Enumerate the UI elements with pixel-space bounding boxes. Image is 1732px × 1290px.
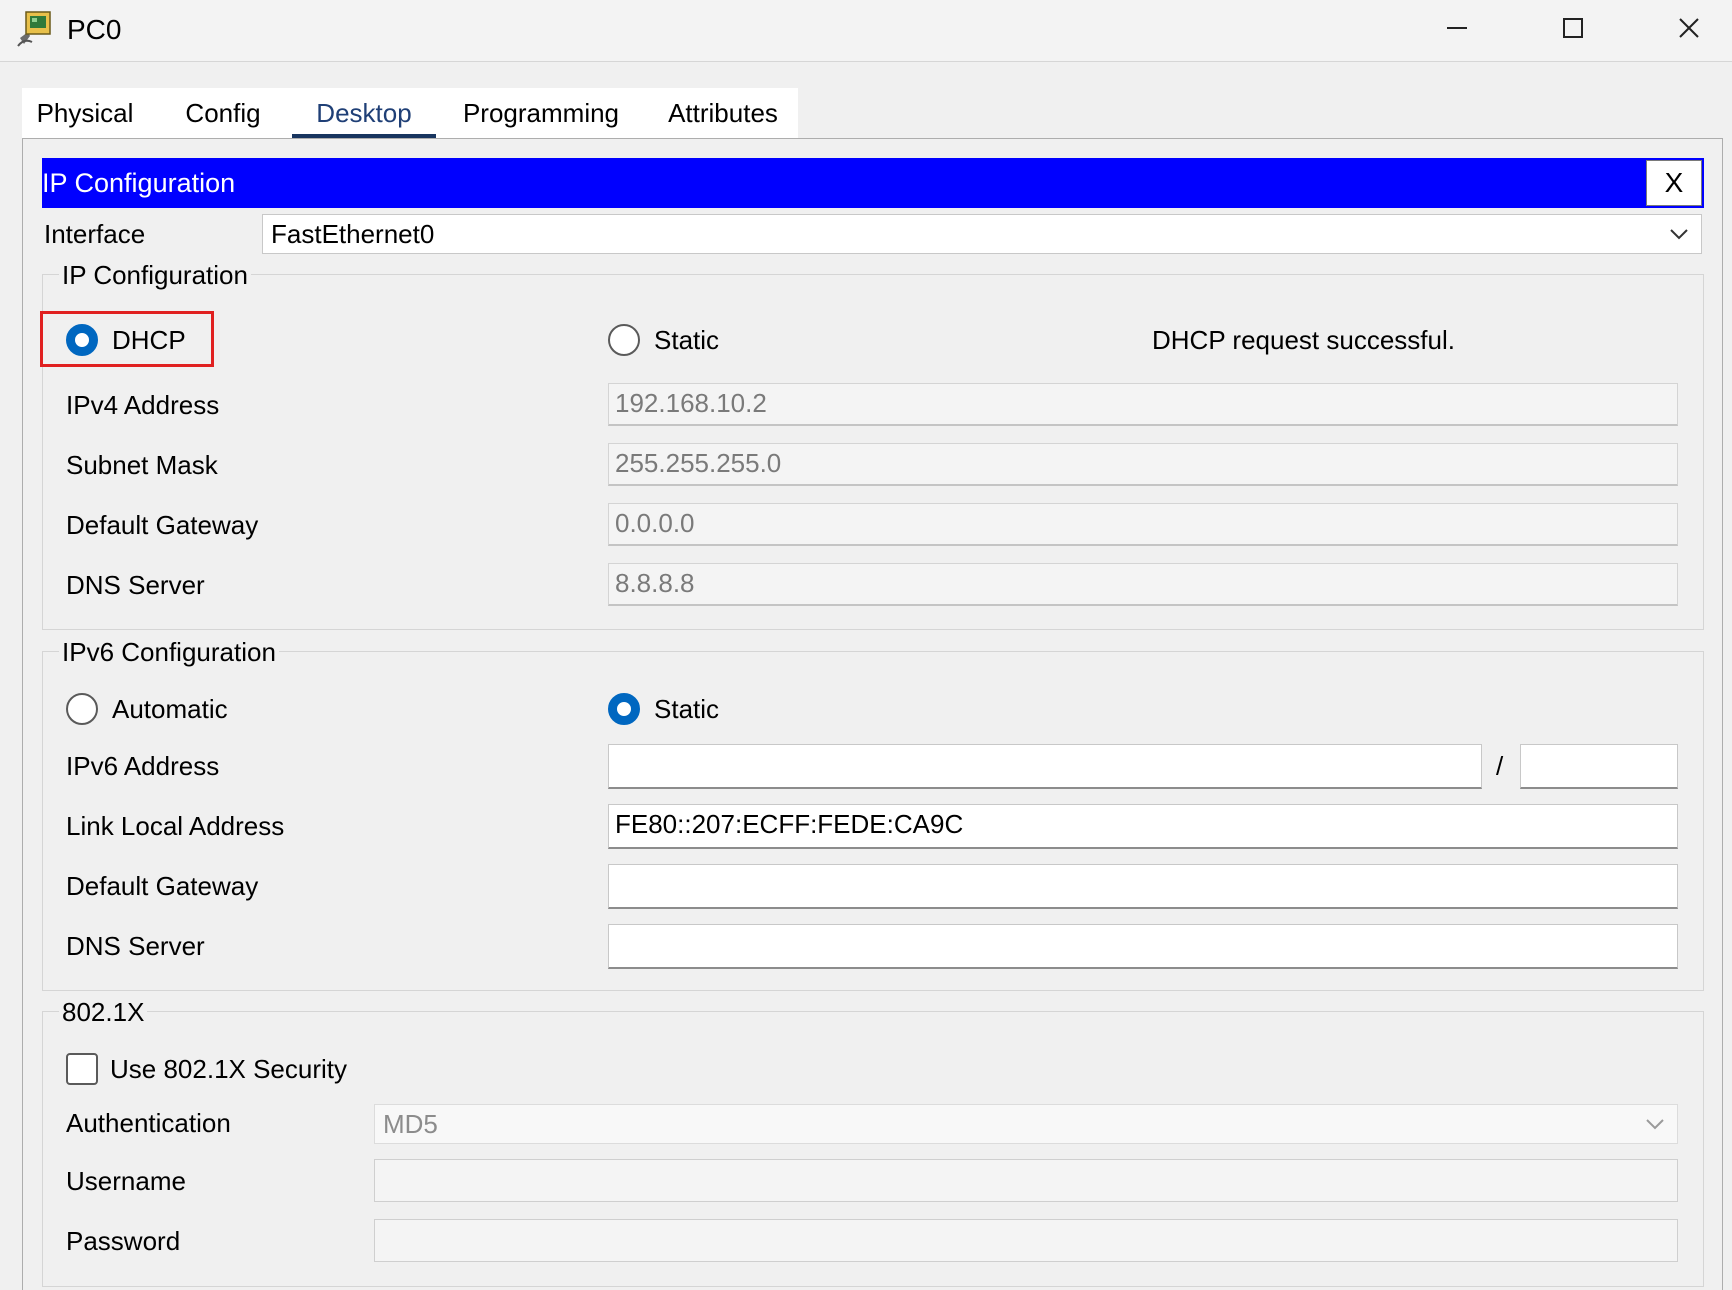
- maximize-icon: [1562, 17, 1584, 39]
- ipv6-address-label: IPv6 Address: [66, 751, 220, 781]
- use-8021x-label[interactable]: Use 802.1X Security: [110, 1052, 347, 1086]
- authentication-value: MD5: [383, 1109, 438, 1139]
- tab-strip: Physical Config Desktop Programming Attr…: [22, 88, 798, 140]
- username-label: Username: [66, 1166, 186, 1196]
- dhcp-status-text: DHCP request successful.: [1152, 325, 1455, 355]
- ipv6-dns-label: DNS Server: [66, 931, 205, 961]
- ipv4-dns-label: DNS Server: [66, 570, 205, 600]
- password-field[interactable]: [374, 1219, 1678, 1262]
- dhcp-radio[interactable]: [66, 324, 98, 356]
- link-local-label: Link Local Address: [66, 811, 285, 841]
- ipv6-config-legend: IPv6 Configuration: [59, 635, 279, 669]
- ipv6-static-label[interactable]: Static: [654, 692, 719, 726]
- dot1x-legend: 802.1X: [59, 995, 148, 1029]
- ipv6-automatic-label[interactable]: Automatic: [112, 692, 228, 726]
- ipv6-dns-field[interactable]: [608, 924, 1678, 969]
- interface-select[interactable]: FastEthernet0: [262, 214, 1702, 254]
- ipv4-dns-field[interactable]: 8.8.8.8: [608, 563, 1678, 606]
- minimize-button[interactable]: [1422, 6, 1492, 50]
- tab-programming[interactable]: Programming: [452, 88, 630, 140]
- prefix-separator: /: [1496, 751, 1504, 781]
- tab-attributes[interactable]: Attributes: [650, 88, 796, 140]
- close-icon: [1678, 17, 1700, 39]
- window-close-button[interactable]: [1654, 6, 1724, 50]
- ipv6-gateway-field[interactable]: [608, 864, 1678, 909]
- dhcp-label[interactable]: DHCP: [112, 323, 186, 357]
- ipv6-automatic-radio[interactable]: [66, 693, 98, 725]
- authentication-select[interactable]: MD5: [374, 1104, 1678, 1144]
- ipv4-config-legend: IP Configuration: [59, 258, 251, 292]
- interface-value: FastEthernet0: [271, 219, 435, 249]
- use-8021x-checkbox[interactable]: [66, 1053, 98, 1085]
- username-field[interactable]: [374, 1159, 1678, 1202]
- ipv4-gateway-field[interactable]: 0.0.0.0: [608, 503, 1678, 546]
- chevron-down-icon: [1645, 1105, 1665, 1143]
- subnet-mask-label: Subnet Mask: [66, 450, 218, 480]
- static-ipv4-radio[interactable]: [608, 324, 640, 356]
- minimize-icon: [1446, 17, 1468, 39]
- password-label: Password: [66, 1226, 181, 1256]
- ip-config-close-button[interactable]: X: [1646, 160, 1702, 206]
- ip-config-header-bar: [42, 158, 1704, 208]
- chevron-down-icon: [1669, 215, 1689, 253]
- tab-physical[interactable]: Physical: [22, 88, 148, 140]
- interface-label: Interface: [44, 219, 146, 249]
- ipv4-address-label: IPv4 Address: [66, 390, 220, 420]
- tab-config[interactable]: Config: [170, 88, 276, 140]
- ipv4-address-field[interactable]: 192.168.10.2: [608, 383, 1678, 426]
- ipv6-prefix-field[interactable]: [1520, 744, 1678, 789]
- subnet-mask-field[interactable]: 255.255.255.0: [608, 443, 1678, 486]
- maximize-button[interactable]: [1538, 6, 1608, 50]
- ipv6-gateway-label: Default Gateway: [66, 871, 259, 901]
- window-title: PC0: [67, 14, 122, 45]
- ip-config-title: IP Configuration: [42, 168, 236, 198]
- tab-desktop[interactable]: Desktop: [292, 88, 436, 140]
- ipv4-gateway-label: Default Gateway: [66, 510, 259, 540]
- link-local-field[interactable]: FE80::207:ECFF:FEDE:CA9C: [608, 804, 1678, 849]
- static-ipv4-label[interactable]: Static: [654, 323, 719, 357]
- ipv6-address-field[interactable]: [608, 744, 1482, 789]
- ipv6-static-radio[interactable]: [608, 693, 640, 725]
- pc-device-icon: [14, 8, 56, 50]
- authentication-label: Authentication: [66, 1108, 231, 1138]
